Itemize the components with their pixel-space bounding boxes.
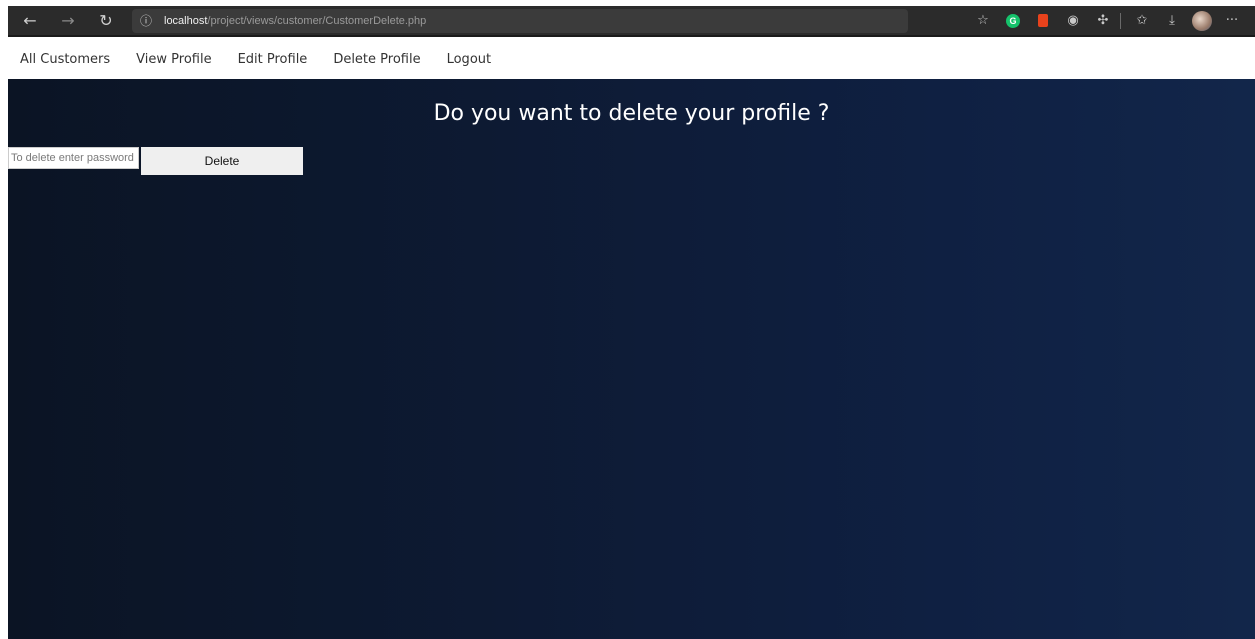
url-path: /project/views/customer/CustomerDelete.p… — [207, 14, 427, 27]
password-input[interactable] — [8, 147, 139, 169]
page-title: Do you want to delete your profile ? — [433, 101, 830, 126]
site-nav: All Customers View Profile Edit Profile … — [0, 39, 1255, 79]
reload-icon[interactable]: ↻ — [92, 7, 120, 35]
more-icon[interactable]: ··· — [1219, 9, 1245, 33]
puzzle-icon[interactable]: ✣ — [1090, 9, 1116, 33]
profile-avatar[interactable] — [1189, 9, 1215, 33]
url-host: localhost — [164, 14, 208, 27]
address-bar[interactable]: ⓘ localhost/project/views/customer/Custo… — [132, 8, 908, 33]
extension-icon[interactable]: ◉ — [1060, 9, 1086, 33]
favorites-icon[interactable]: ✩ — [1129, 9, 1155, 33]
nav-all-customers[interactable]: All Customers — [20, 52, 110, 67]
nav-delete-profile[interactable]: Delete Profile — [333, 52, 420, 67]
info-icon[interactable]: ⓘ — [140, 12, 158, 29]
back-arrow-icon[interactable]: ← — [16, 7, 44, 35]
toolbar-icons: ☆ G ◉ ✣ ✩ ⤓ ··· — [966, 9, 1245, 33]
add-favorite-icon[interactable]: ☆ — [970, 9, 996, 33]
nav-view-profile[interactable]: View Profile — [136, 52, 211, 67]
office-icon[interactable] — [1030, 9, 1056, 33]
toolbar-separator — [1120, 12, 1121, 29]
main-content: Do you want to delete your profile ? Del… — [8, 79, 1255, 639]
delete-button[interactable]: Delete — [141, 147, 303, 175]
download-icon[interactable]: ⤓ — [1159, 9, 1185, 33]
forward-arrow-icon[interactable]: → — [54, 7, 82, 35]
nav-edit-profile[interactable]: Edit Profile — [238, 52, 308, 67]
nav-logout[interactable]: Logout — [447, 52, 492, 67]
grammarly-icon[interactable]: G — [1000, 9, 1026, 33]
browser-toolbar: ← → ↻ ⓘ localhost/project/views/customer… — [8, 6, 1255, 37]
